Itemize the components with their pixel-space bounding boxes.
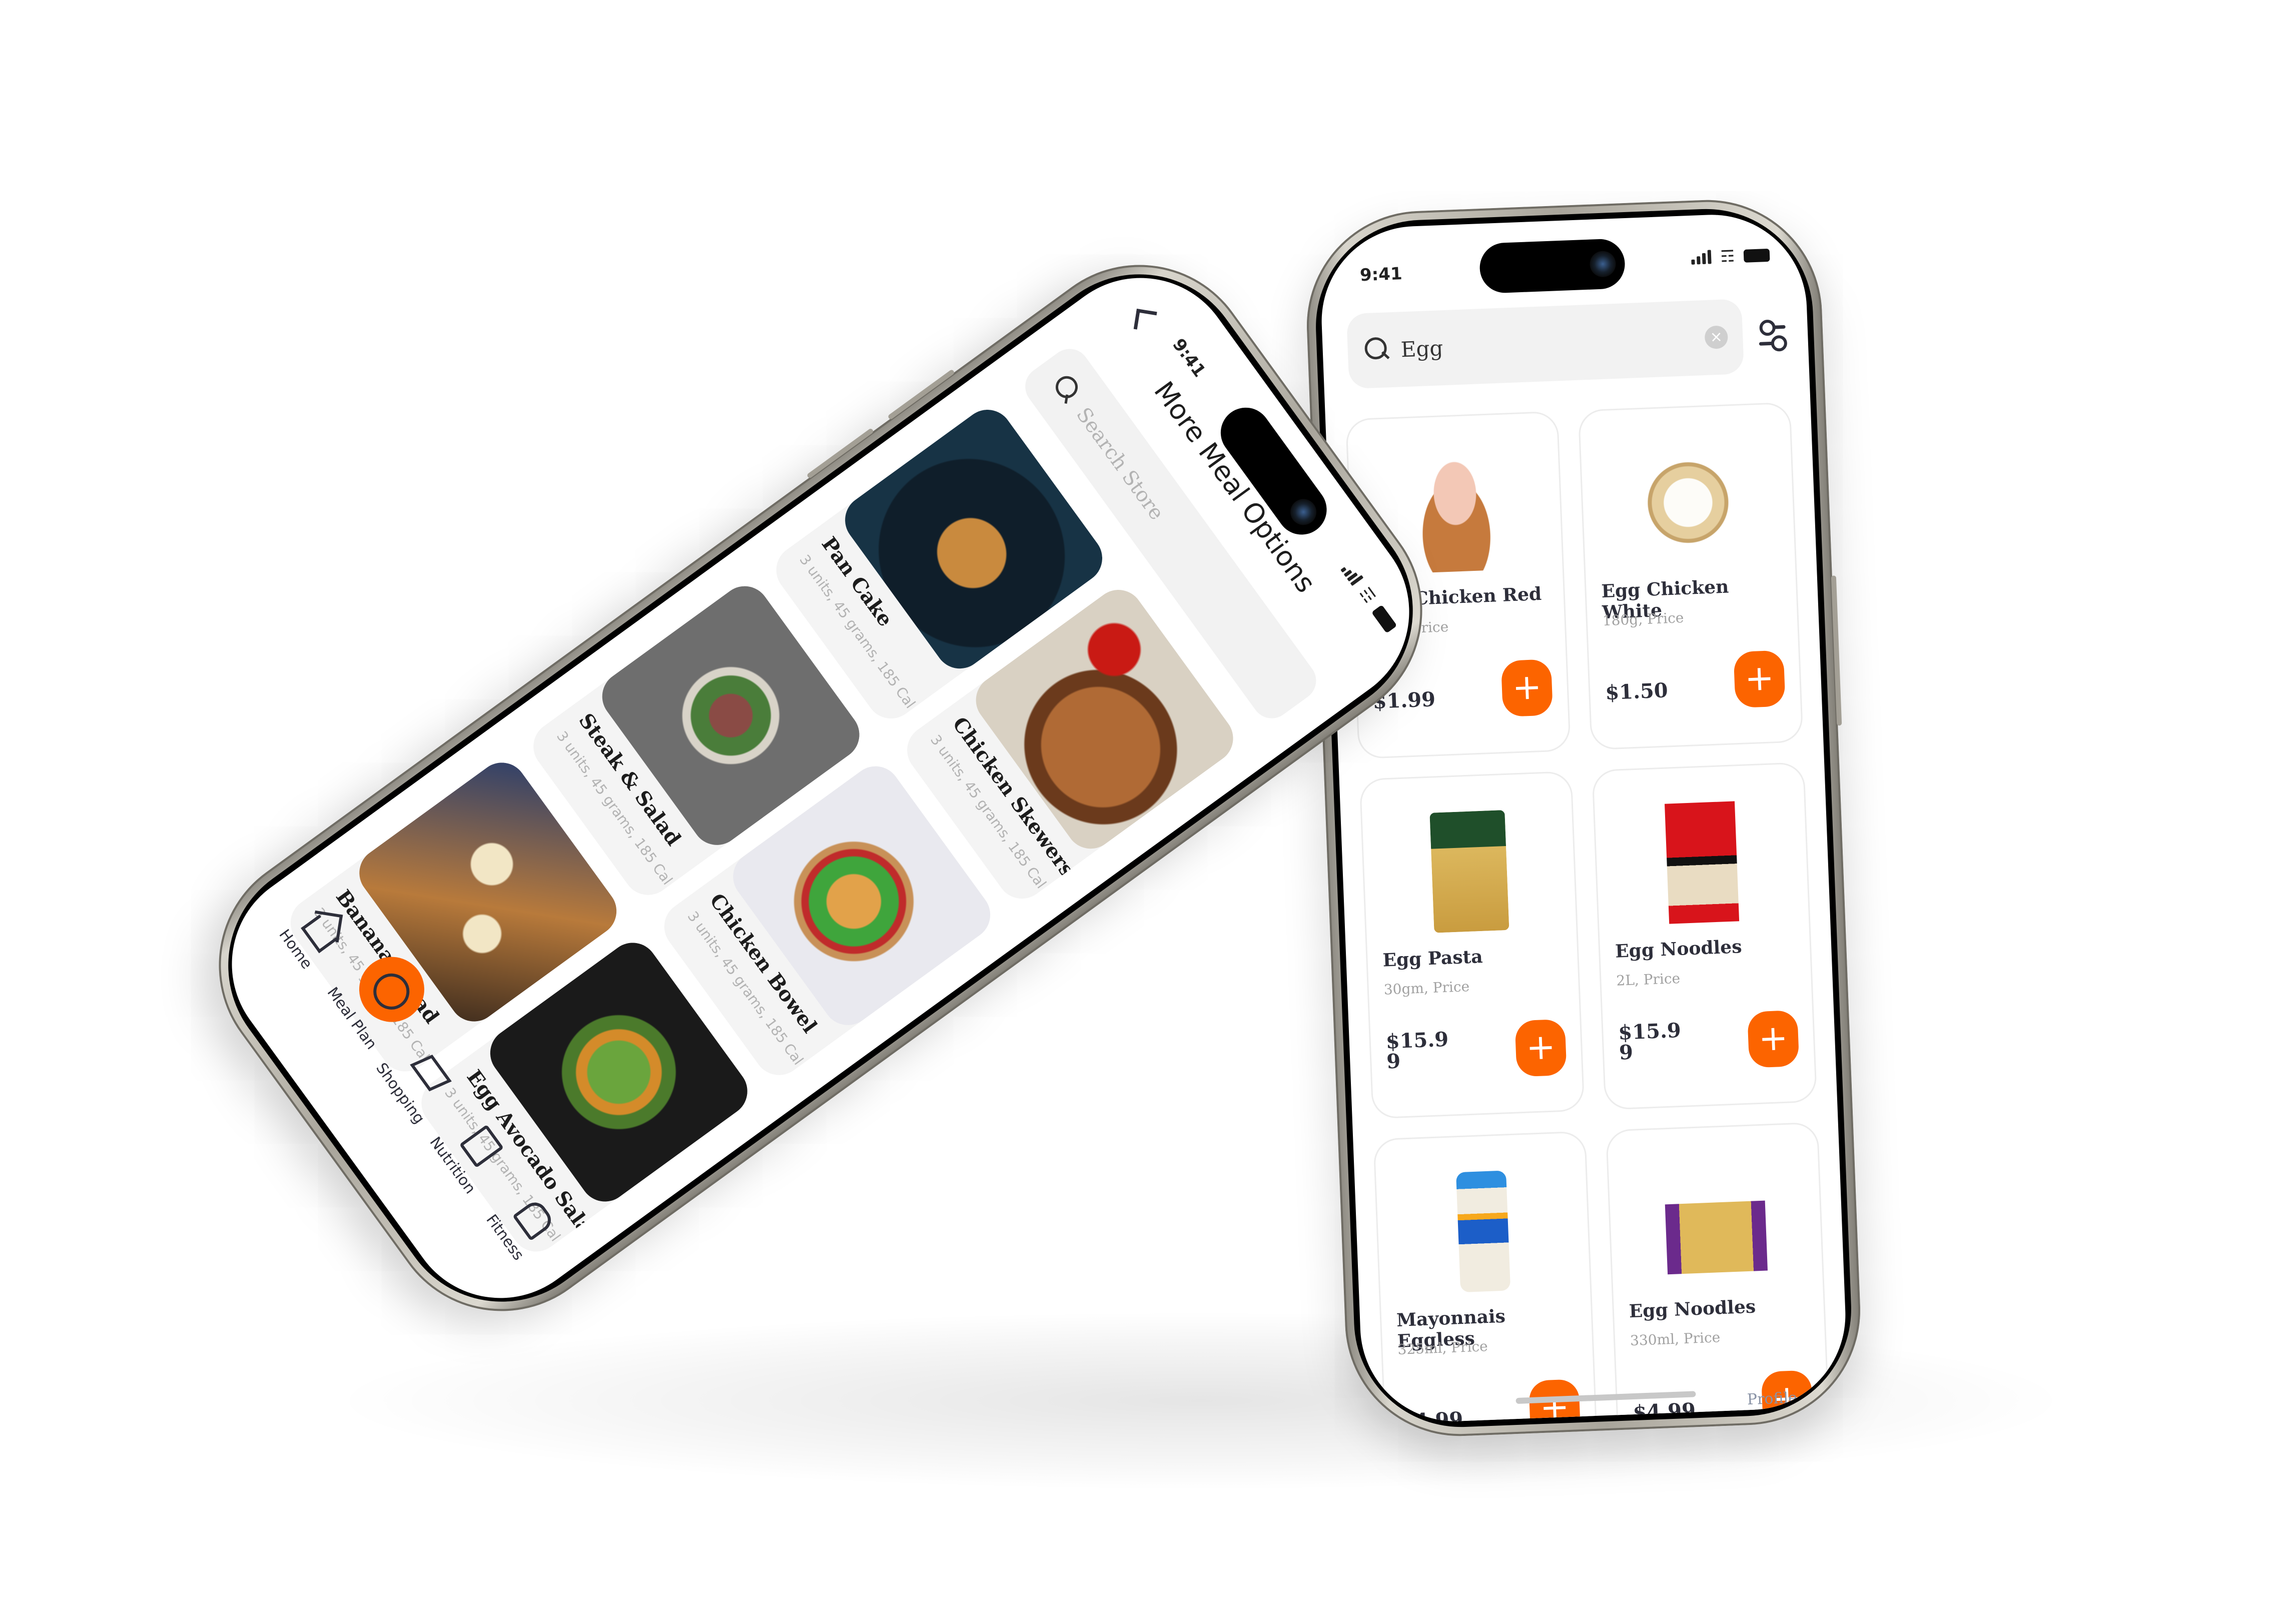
product-unit: 325ml, Price [1397, 1338, 1488, 1358]
product-image [1664, 801, 1739, 924]
wifi-icon: ☶ [1355, 583, 1379, 607]
product-card[interactable]: Mayonnais Eggless 325ml, Price $4.99 + [1373, 1131, 1599, 1425]
shop-screen: 9:41 ☶ Egg × Egg Chicken Red $1.99 + Egg… [1318, 211, 1849, 1425]
product-card[interactable]: Egg Noodles 330ml, Price $4.99 + Profile [1605, 1122, 1831, 1425]
product-image [1455, 1170, 1510, 1293]
battery-icon [1371, 604, 1397, 633]
search-input[interactable]: Egg × [1346, 299, 1745, 389]
product-image [1665, 1200, 1768, 1275]
status-icons: ☶ [1691, 246, 1770, 266]
product-name: Egg Noodles [1615, 936, 1743, 962]
product-unit: 30gm, Price [1383, 978, 1470, 998]
product-card[interactable]: Egg Chicken White 180g, Price $1.50 + [1578, 402, 1804, 750]
filter-knob-top [1759, 319, 1776, 336]
filter-knob-bottom [1771, 335, 1788, 352]
wifi-icon: ☶ [1720, 246, 1735, 266]
product-price: $15.99 [1385, 1027, 1449, 1074]
product-image [1429, 810, 1509, 933]
add-to-cart-button[interactable]: + [1500, 659, 1554, 717]
phone-meal-options: 9:41 ☶ More Meal Options Search Store Pa… [173, 219, 1468, 1357]
product-card[interactable]: Egg Noodles 2L, Price $15.99 + [1592, 761, 1818, 1110]
product-unit: 330ml, Price [1630, 1329, 1721, 1349]
signal-icon [1691, 250, 1712, 265]
power-button [1831, 575, 1842, 726]
product-grid: Egg Chicken Red 4pcs, Price $1.99 + Egg … [1345, 402, 1831, 1425]
battery-icon [1743, 248, 1770, 263]
meal-screen: 9:41 ☶ More Meal Options Search Store Pa… [194, 240, 1447, 1336]
status-time: 9:41 [1168, 335, 1210, 381]
dynamic-island [1478, 238, 1626, 294]
add-to-cart-button[interactable]: + [1747, 1010, 1800, 1068]
search-icon [1046, 370, 1085, 409]
product-price: $15.99 [1618, 1018, 1682, 1065]
cart-icon-glyph [410, 1054, 452, 1092]
product-card[interactable]: Egg Pasta 30gm, Price $15.99 + [1359, 770, 1585, 1119]
camera-lens [1285, 494, 1322, 530]
product-name: Egg Noodles [1629, 1296, 1756, 1322]
tab-meal-plan[interactable]: Meal Plan [321, 944, 437, 1056]
search-placeholder: Search Store [1071, 403, 1169, 524]
status-time: 9:41 [1359, 264, 1403, 286]
product-image [1633, 440, 1743, 565]
product-unit: 180g, Price [1602, 609, 1685, 629]
product-unit: 2L, Price [1616, 970, 1681, 989]
profile-tab-label[interactable]: Profile [1747, 1389, 1797, 1408]
search-row: Egg × [1346, 297, 1789, 389]
clear-search-button[interactable]: × [1704, 325, 1729, 349]
filter-button[interactable] [1757, 317, 1789, 353]
meal-plan-icon-glyph [366, 966, 417, 1017]
product-name: Egg Pasta [1382, 946, 1483, 971]
product-image [1400, 449, 1510, 574]
product-price: $1.50 [1605, 678, 1669, 705]
add-to-cart-button[interactable]: + [1514, 1019, 1567, 1077]
search-icon [1362, 336, 1391, 365]
camera-lens [1589, 250, 1617, 278]
fitness-icon-glyph [512, 1197, 556, 1241]
signal-icon [1340, 562, 1364, 586]
nutrition-icon-glyph [459, 1124, 504, 1168]
search-value[interactable]: Egg [1400, 326, 1705, 362]
add-to-cart-button[interactable]: + [1733, 650, 1786, 708]
phone-shop: 9:41 ☶ Egg × Egg Chicken Red $1.99 + Egg… [1302, 196, 1865, 1440]
